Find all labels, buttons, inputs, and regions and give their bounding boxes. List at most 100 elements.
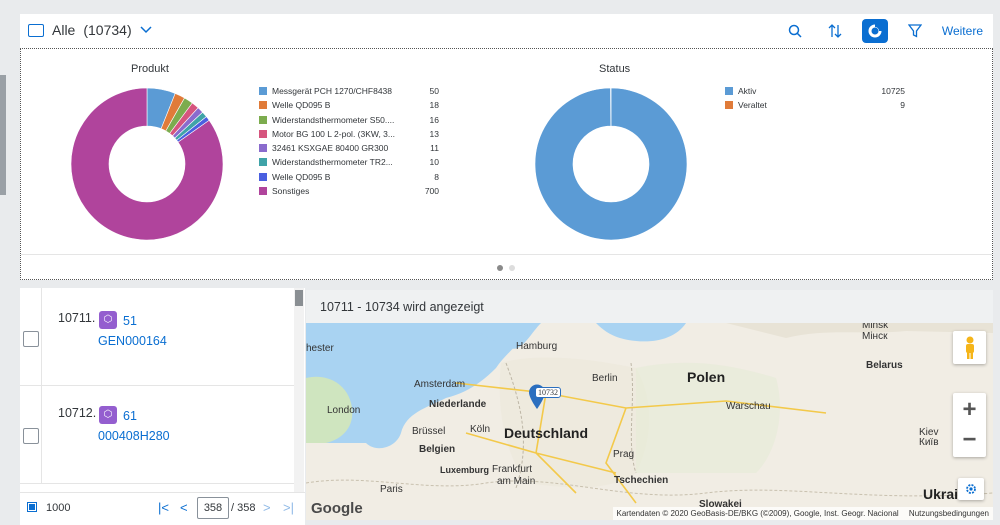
map-background: [306, 323, 993, 520]
view-count: (10734): [83, 22, 131, 38]
legend-label: Aktiv: [738, 84, 756, 98]
legend-item[interactable]: Veraltet 9: [725, 98, 905, 112]
legend-item[interactable]: Sonstiges 700: [259, 184, 439, 198]
item-link-id[interactable]: 61: [123, 409, 137, 423]
legend-value: 8: [399, 170, 439, 184]
map-label: hester: [306, 343, 334, 354]
legend-label: Welle QD095 B: [272, 170, 330, 184]
map-label: Berlin: [592, 373, 618, 384]
legend-item[interactable]: Widerstandsthermometer TR2...10: [259, 155, 439, 169]
last-page-icon[interactable]: >|: [283, 500, 294, 515]
toolbar: Alle (10734) Weitere: [20, 14, 993, 49]
item-link-code[interactable]: 000408H280: [98, 429, 170, 443]
row-checkbox[interactable]: [23, 428, 39, 444]
legend-value: 11: [399, 141, 439, 155]
legend-label: Sonstiges: [272, 184, 309, 198]
scroll-indicator: [0, 75, 6, 195]
map-label: Belarus: [866, 360, 903, 371]
list-footer: 1000 |< < 358 / 358 > >|: [20, 492, 305, 525]
scrollbar[interactable]: [294, 288, 304, 492]
map-label: Київ: [919, 437, 939, 448]
marker-label[interactable]: 10732: [535, 387, 561, 398]
object-type-icon: ⬡: [99, 406, 117, 424]
map-label: Warschau: [726, 401, 771, 412]
zoom-out-icon[interactable]: −: [962, 425, 976, 455]
carousel-pager[interactable]: [497, 265, 515, 271]
item-link-id[interactable]: 51: [123, 314, 137, 328]
legend-value: 18: [399, 98, 439, 112]
book-icon[interactable]: [28, 24, 44, 37]
legend-item[interactable]: Welle QD095 B18: [259, 98, 439, 112]
filter-icon[interactable]: [902, 19, 928, 43]
list-item[interactable]: 10712. ⬡ 61 000408H280: [20, 386, 295, 484]
chart-view-icon[interactable]: [862, 19, 888, 43]
map-label: Niederlande: [429, 399, 486, 410]
status-legend: Aktiv 10725 Veraltet 9: [725, 84, 905, 113]
legend-label: Widerstandsthermometer S50....: [272, 113, 394, 127]
page-dot-active[interactable]: [497, 265, 503, 271]
legend-item[interactable]: Messgerät PCH 1270/CHF843850: [259, 84, 439, 98]
item-link-code[interactable]: GEN000164: [98, 334, 167, 348]
status-donut-chart[interactable]: [534, 87, 688, 241]
terms-link[interactable]: Nutzungsbedingungen: [909, 509, 989, 518]
map-marker[interactable]: 10732: [528, 384, 546, 415]
map-label: Paris: [380, 484, 403, 495]
legend-value: 13: [399, 127, 439, 141]
item-number: 10712.: [58, 406, 96, 420]
sort-icon[interactable]: [822, 19, 848, 43]
legend-value: 700: [399, 184, 439, 198]
pegman-icon[interactable]: [953, 331, 986, 364]
total-pages: / 358: [231, 502, 255, 514]
legend-label: Widerstandsthermometer TR2...: [272, 155, 393, 169]
legend-swatch: [725, 101, 733, 109]
map-label: Belgien: [419, 444, 455, 455]
legend-label: Veraltet: [738, 98, 767, 112]
map-label: Brüssel: [412, 426, 445, 437]
chart-title-produkt: Produkt: [131, 63, 169, 75]
legend-swatch: [259, 187, 267, 195]
map-label: Frankfurt: [492, 464, 532, 475]
map-label: Minsk: [862, 323, 888, 331]
page-dot[interactable]: [509, 265, 515, 271]
product-donut-chart[interactable]: [70, 87, 224, 241]
legend-item[interactable]: Aktiv 10725: [725, 84, 905, 98]
map-header: 10711 - 10734 wird angezeigt: [306, 290, 993, 323]
legend-label: 32461 KSXGAE 80400 GR300: [272, 141, 388, 155]
first-page-icon[interactable]: |<: [158, 500, 169, 515]
legend-swatch: [259, 144, 267, 152]
settings-icon[interactable]: [958, 478, 984, 500]
legend-item[interactable]: Welle QD095 B 8: [259, 170, 439, 184]
next-page-icon[interactable]: >: [263, 500, 271, 515]
zoom-in-icon[interactable]: +: [962, 395, 976, 425]
legend-swatch: [259, 87, 267, 95]
legend-item[interactable]: Widerstandsthermometer S50.... 16: [259, 113, 439, 127]
map-label: Tschechien: [614, 475, 668, 486]
legend-item[interactable]: 32461 KSXGAE 80400 GR300 11: [259, 141, 439, 155]
page-size: 1000: [46, 502, 70, 514]
map-label: Ukrai: [923, 486, 958, 502]
page-input[interactable]: 358: [197, 497, 229, 519]
prev-page-icon[interactable]: <: [180, 500, 188, 515]
search-icon[interactable]: [782, 19, 808, 43]
legend-item[interactable]: Motor BG 100 L 2-pol. (3KW, 3...13: [259, 127, 439, 141]
legend-swatch: [259, 101, 267, 109]
item-number: 10711.: [58, 311, 95, 325]
map-label: Мінск: [862, 331, 887, 342]
legend-value: 10725: [865, 84, 905, 98]
legend-value: 50: [399, 84, 439, 98]
scrollbar-thumb[interactable]: [295, 290, 303, 306]
product-legend: Messgerät PCH 1270/CHF843850Welle QD095 …: [259, 84, 439, 198]
list-item[interactable]: 10711. ⬡ 51 GEN000164: [20, 288, 295, 386]
view-title[interactable]: Alle: [52, 22, 75, 38]
divider: [41, 288, 42, 385]
legend-value: 16: [399, 113, 439, 127]
map-label: London: [327, 405, 360, 416]
legend-value: 9: [865, 98, 905, 112]
page-size-checkbox[interactable]: [27, 502, 37, 512]
row-checkbox[interactable]: [23, 331, 39, 347]
legend-swatch: [725, 87, 733, 95]
more-button[interactable]: Weitere: [942, 24, 983, 38]
map[interactable]: hester Hamburg Amsterdam Niederlande Ber…: [306, 323, 993, 520]
chevron-down-icon[interactable]: [140, 26, 152, 34]
attribution-text: Kartendaten © 2020 GeoBasis-DE/BKG (©200…: [617, 509, 899, 518]
